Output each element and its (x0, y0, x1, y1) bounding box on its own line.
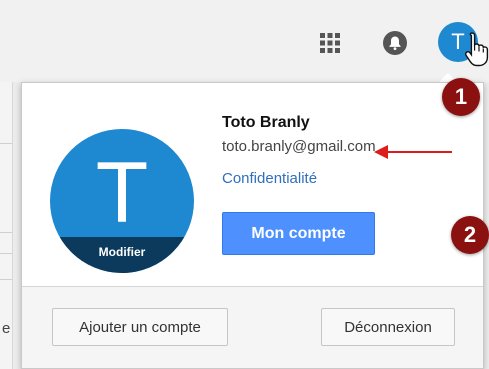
background-partial-text: e (2, 320, 11, 337)
divider (0, 143, 12, 144)
add-account-button[interactable]: Ajouter un compte (52, 308, 228, 346)
profile-avatar[interactable]: T Modifier (50, 129, 194, 273)
sign-out-button[interactable]: Déconnexion (321, 308, 455, 346)
change-photo-button[interactable]: Modifier (50, 237, 194, 273)
account-panel-footer: Ajouter un compte Déconnexion (22, 286, 483, 368)
step-badge-2: 2 (451, 216, 489, 254)
divider (0, 279, 12, 280)
hand-cursor-icon (464, 32, 489, 67)
user-name: Toto Branly (222, 114, 310, 131)
background-page-strip: e (0, 82, 13, 369)
divider (0, 232, 12, 233)
bell-icon[interactable] (382, 30, 408, 56)
user-email: toto.branly@gmail.com (222, 138, 376, 155)
step-badge-1: 1 (442, 78, 480, 116)
top-bar: T (0, 0, 489, 82)
apps-grid-icon[interactable] (317, 30, 343, 56)
privacy-link[interactable]: Confidentialité (222, 170, 317, 187)
profile-avatar-letter: T (95, 145, 149, 241)
account-panel: T Modifier Toto Branly toto.branly@gmail… (21, 82, 484, 369)
my-account-button[interactable]: Mon compte (222, 212, 375, 255)
annotation-arrow (374, 145, 452, 159)
account-panel-header: T Modifier Toto Branly toto.branly@gmail… (22, 83, 483, 286)
divider (0, 253, 12, 254)
